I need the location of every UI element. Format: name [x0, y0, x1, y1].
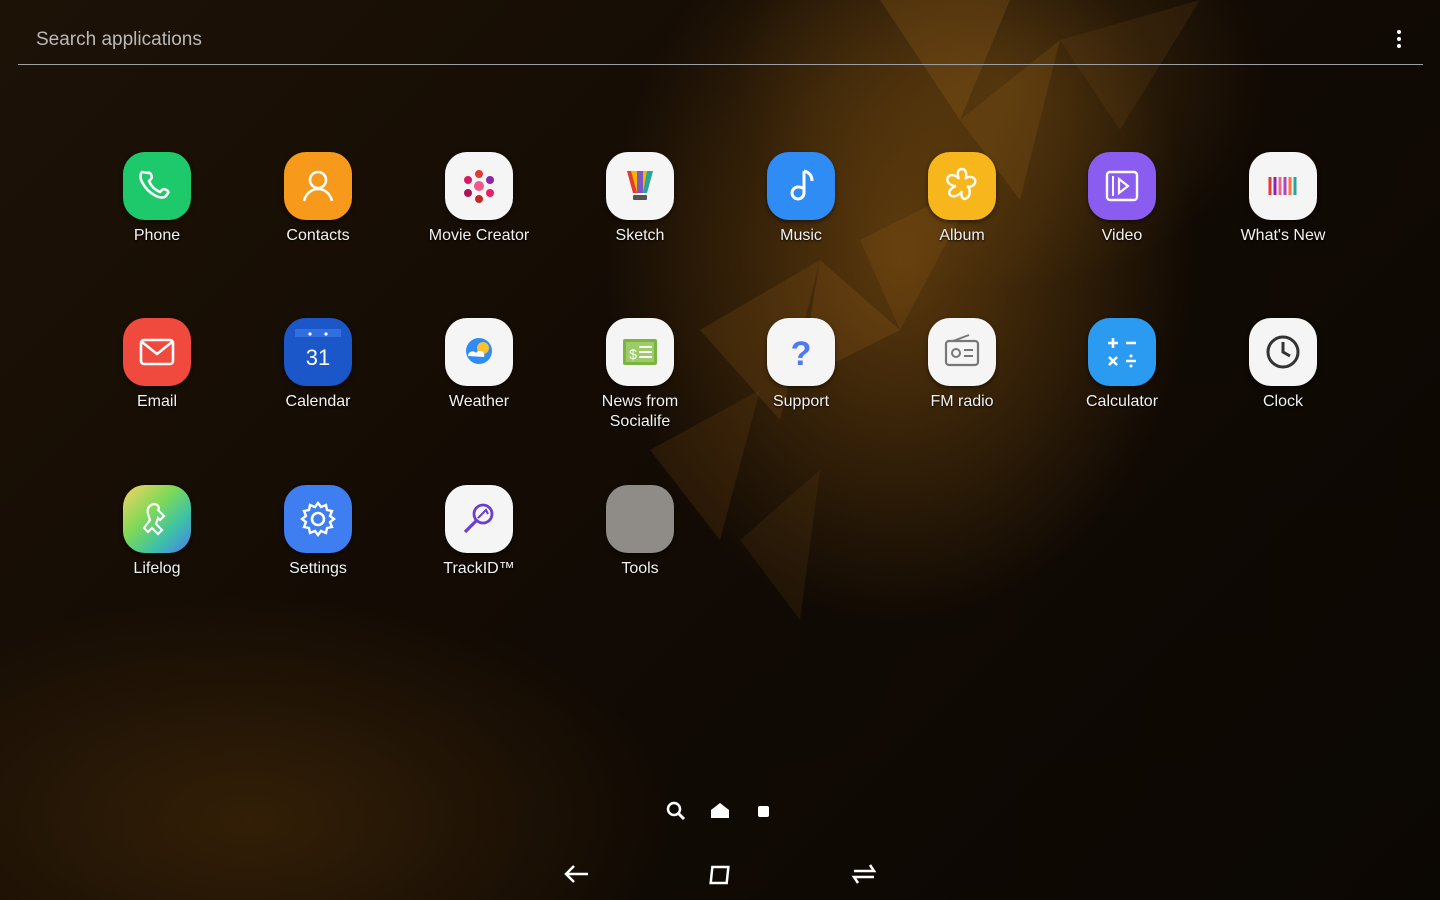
app-label: Calculator: [1085, 393, 1159, 410]
app-movie-creator[interactable]: Movie Creator: [399, 152, 559, 246]
app-trackid[interactable]: TrackID™: [399, 485, 559, 579]
app-label: Settings: [289, 560, 347, 577]
home-icon[interactable]: [700, 856, 740, 892]
svg-text:?: ?: [791, 335, 812, 373]
app-label: Calendar: [285, 393, 351, 410]
app-video[interactable]: Video: [1042, 152, 1202, 246]
app-news[interactable]: $ News from Socialife: [560, 318, 720, 432]
contacts-icon[interactable]: [284, 152, 352, 220]
app-music[interactable]: Music: [721, 152, 881, 246]
navigation-bar: [0, 850, 1440, 900]
app-label: Contacts: [286, 227, 350, 244]
sketch-icon[interactable]: [606, 152, 674, 220]
app-whats-new[interactable]: What's New: [1203, 152, 1363, 246]
news-icon[interactable]: $: [606, 318, 674, 386]
app-label: Clock: [1262, 393, 1303, 410]
support-icon[interactable]: ?: [767, 318, 835, 386]
recents-icon[interactable]: [844, 856, 884, 892]
album-icon[interactable]: [928, 152, 996, 220]
app-label: News from Socialife: [601, 393, 679, 430]
email-icon[interactable]: [123, 318, 191, 386]
app-weather[interactable]: Weather: [399, 318, 559, 412]
app-label: TrackID™: [443, 560, 515, 577]
fm-radio-icon[interactable]: [928, 318, 996, 386]
app-label: Video: [1101, 227, 1143, 244]
svg-text:$: $: [629, 346, 637, 362]
app-sketch[interactable]: Sketch: [560, 152, 720, 246]
whats-new-icon[interactable]: [1249, 152, 1317, 220]
app-phone[interactable]: Phone: [77, 152, 237, 246]
app-support[interactable]: ? Support: [721, 318, 881, 412]
app-email[interactable]: Email: [77, 318, 237, 412]
app-settings[interactable]: Settings: [238, 485, 398, 579]
home-page-icon[interactable]: [711, 803, 729, 818]
app-label: Phone: [133, 227, 181, 244]
app-label: Movie Creator: [428, 227, 530, 244]
weather-icon[interactable]: [445, 318, 513, 386]
app-album[interactable]: Album: [882, 152, 1042, 246]
current-page-dot[interactable]: [758, 806, 769, 817]
wallpaper-shards: [650, 0, 1200, 620]
app-label: Sketch: [615, 227, 665, 244]
app-tools-folder[interactable]: Tools: [560, 485, 720, 579]
app-calendar[interactable]: 31 Calendar: [238, 318, 398, 412]
page-indicator: [666, 801, 769, 821]
app-search-bar[interactable]: Search applications: [18, 18, 1423, 65]
app-label: Support: [772, 393, 830, 410]
trackid-icon[interactable]: [445, 485, 513, 553]
movie-creator-icon[interactable]: [445, 152, 513, 220]
app-label: Tools: [621, 560, 659, 577]
phone-icon[interactable]: [123, 152, 191, 220]
music-icon[interactable]: [767, 152, 835, 220]
lifelog-icon[interactable]: [123, 485, 191, 553]
calendar-icon[interactable]: 31: [284, 318, 352, 386]
app-contacts[interactable]: Contacts: [238, 152, 398, 246]
app-clock[interactable]: Clock: [1203, 318, 1363, 412]
video-icon[interactable]: [1088, 152, 1156, 220]
settings-icon[interactable]: [284, 485, 352, 553]
clock-icon[interactable]: [1249, 318, 1317, 386]
app-label: Email: [136, 393, 177, 410]
calculator-icon[interactable]: [1088, 318, 1156, 386]
tools-folder-icon[interactable]: [606, 485, 674, 553]
app-label: Weather: [448, 393, 510, 410]
app-label: Album: [939, 227, 985, 244]
app-label: What's New: [1240, 227, 1326, 244]
search-page-icon[interactable]: [666, 801, 686, 821]
app-label: FM radio: [930, 393, 994, 410]
app-label: Lifelog: [133, 560, 181, 577]
app-fm-radio[interactable]: FM radio: [882, 318, 1042, 412]
search-input[interactable]: Search applications: [36, 29, 202, 51]
more-options-icon[interactable]: [1389, 30, 1409, 54]
calendar-day: 31: [306, 345, 330, 370]
app-label: Music: [780, 227, 822, 244]
app-lifelog[interactable]: Lifelog: [77, 485, 237, 579]
app-calculator[interactable]: Calculator: [1042, 318, 1202, 412]
back-icon[interactable]: [556, 856, 596, 892]
